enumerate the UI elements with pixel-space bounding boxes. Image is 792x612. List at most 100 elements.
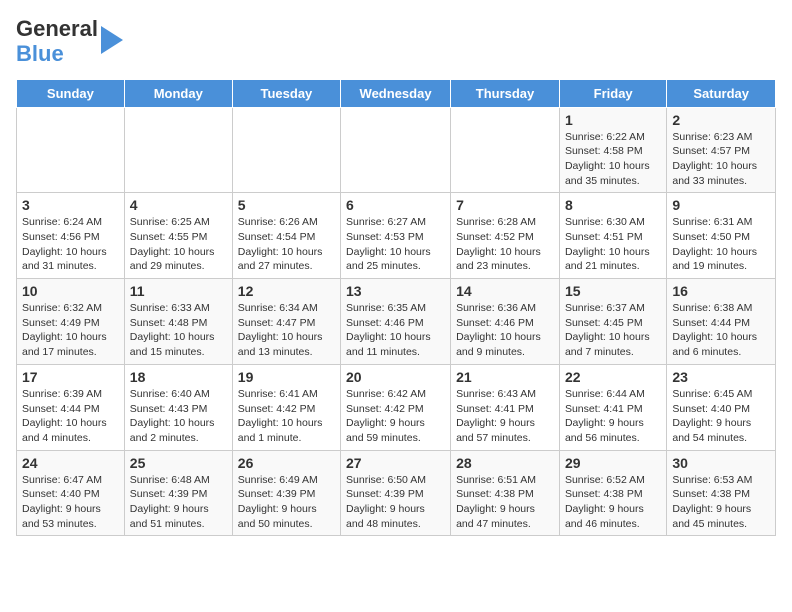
day-info: Sunrise: 6:52 AM Sunset: 4:38 PM Dayligh… xyxy=(565,473,661,532)
calendar-table: SundayMondayTuesdayWednesdayThursdayFrid… xyxy=(16,79,776,537)
day-info: Sunrise: 6:43 AM Sunset: 4:41 PM Dayligh… xyxy=(456,387,554,446)
day-number: 26 xyxy=(238,455,335,471)
logo: General Blue xyxy=(16,16,123,67)
day-info: Sunrise: 6:26 AM Sunset: 4:54 PM Dayligh… xyxy=(238,215,335,274)
day-cell-13: 13 Sunrise: 6:35 AM Sunset: 4:46 PM Dayli… xyxy=(341,279,451,365)
day-cell-28: 28 Sunrise: 6:51 AM Sunset: 4:38 PM Dayli… xyxy=(451,450,560,536)
day-info: Sunrise: 6:37 AM Sunset: 4:45 PM Dayligh… xyxy=(565,301,661,360)
day-number: 3 xyxy=(22,197,119,213)
day-cell-23: 23 Sunrise: 6:45 AM Sunset: 4:40 PM Dayli… xyxy=(667,364,776,450)
day-cell-20: 20 Sunrise: 6:42 AM Sunset: 4:42 PM Dayli… xyxy=(341,364,451,450)
week-row-2: 10 Sunrise: 6:32 AM Sunset: 4:49 PM Dayli… xyxy=(17,279,776,365)
day-number: 4 xyxy=(130,197,227,213)
day-info: Sunrise: 6:24 AM Sunset: 4:56 PM Dayligh… xyxy=(22,215,119,274)
day-info: Sunrise: 6:40 AM Sunset: 4:43 PM Dayligh… xyxy=(130,387,227,446)
day-info: Sunrise: 6:39 AM Sunset: 4:44 PM Dayligh… xyxy=(22,387,119,446)
day-number: 28 xyxy=(456,455,554,471)
day-cell-1: 1 Sunrise: 6:22 AM Sunset: 4:58 PM Daylig… xyxy=(559,107,666,193)
week-row-4: 24Sunrise: 6:47 AM Sunset: 4:40 PM Dayli… xyxy=(17,450,776,536)
day-cell-21: 21 Sunrise: 6:43 AM Sunset: 4:41 PM Dayli… xyxy=(451,364,560,450)
day-cell-14: 14 Sunrise: 6:36 AM Sunset: 4:46 PM Dayli… xyxy=(451,279,560,365)
day-info: Sunrise: 6:23 AM Sunset: 4:57 PM Dayligh… xyxy=(672,130,770,189)
day-info: Sunrise: 6:33 AM Sunset: 4:48 PM Dayligh… xyxy=(130,301,227,360)
day-info: Sunrise: 6:34 AM Sunset: 4:47 PM Dayligh… xyxy=(238,301,335,360)
day-number: 1 xyxy=(565,112,661,128)
logo-blue: Blue xyxy=(16,41,98,66)
day-info: Sunrise: 6:42 AM Sunset: 4:42 PM Dayligh… xyxy=(346,387,445,446)
day-info: Sunrise: 6:48 AM Sunset: 4:39 PM Dayligh… xyxy=(130,473,227,532)
day-info: Sunrise: 6:27 AM Sunset: 4:53 PM Dayligh… xyxy=(346,215,445,274)
day-cell-26: 26 Sunrise: 6:49 AM Sunset: 4:39 PM Dayli… xyxy=(232,450,340,536)
day-info: Sunrise: 6:45 AM Sunset: 4:40 PM Dayligh… xyxy=(672,387,770,446)
day-number: 18 xyxy=(130,369,227,385)
day-number: 19 xyxy=(238,369,335,385)
day-number: 24 xyxy=(22,455,119,471)
day-number: 15 xyxy=(565,283,661,299)
day-cell-7: 7Sunrise: 6:28 AM Sunset: 4:52 PM Daylig… xyxy=(451,193,560,279)
day-cell-30: 30 Sunrise: 6:53 AM Sunset: 4:38 PM Dayli… xyxy=(667,450,776,536)
day-cell-6: 6 Sunrise: 6:27 AM Sunset: 4:53 PM Daylig… xyxy=(341,193,451,279)
day-info: Sunrise: 6:30 AM Sunset: 4:51 PM Dayligh… xyxy=(565,215,661,274)
logo-arrow-icon xyxy=(101,26,123,54)
header-day-tuesday: Tuesday xyxy=(232,79,340,107)
week-row-1: 3 Sunrise: 6:24 AM Sunset: 4:56 PM Daylig… xyxy=(17,193,776,279)
day-cell-19: 19 Sunrise: 6:41 AM Sunset: 4:42 PM Dayli… xyxy=(232,364,340,450)
day-number: 30 xyxy=(672,455,770,471)
day-number: 12 xyxy=(238,283,335,299)
day-cell-17: 17Sunrise: 6:39 AM Sunset: 4:44 PM Dayli… xyxy=(17,364,125,450)
day-info: Sunrise: 6:35 AM Sunset: 4:46 PM Dayligh… xyxy=(346,301,445,360)
day-info: Sunrise: 6:32 AM Sunset: 4:49 PM Dayligh… xyxy=(22,301,119,360)
day-info: Sunrise: 6:22 AM Sunset: 4:58 PM Dayligh… xyxy=(565,130,661,189)
day-cell-22: 22 Sunrise: 6:44 AM Sunset: 4:41 PM Dayli… xyxy=(559,364,666,450)
header-day-monday: Monday xyxy=(124,79,232,107)
day-info: Sunrise: 6:36 AM Sunset: 4:46 PM Dayligh… xyxy=(456,301,554,360)
day-number: 16 xyxy=(672,283,770,299)
day-number: 9 xyxy=(672,197,770,213)
header-day-thursday: Thursday xyxy=(451,79,560,107)
day-number: 8 xyxy=(565,197,661,213)
day-cell-5: 5 Sunrise: 6:26 AM Sunset: 4:54 PM Daylig… xyxy=(232,193,340,279)
day-number: 2 xyxy=(672,112,770,128)
day-cell-25: 25 Sunrise: 6:48 AM Sunset: 4:39 PM Dayli… xyxy=(124,450,232,536)
day-info: Sunrise: 6:49 AM Sunset: 4:39 PM Dayligh… xyxy=(238,473,335,532)
day-number: 13 xyxy=(346,283,445,299)
header-day-friday: Friday xyxy=(559,79,666,107)
day-cell-16: 16 Sunrise: 6:38 AM Sunset: 4:44 PM Dayli… xyxy=(667,279,776,365)
empty-cell xyxy=(232,107,340,193)
day-info: Sunrise: 6:51 AM Sunset: 4:38 PM Dayligh… xyxy=(456,473,554,532)
logo-general: General xyxy=(16,16,98,41)
day-number: 6 xyxy=(346,197,445,213)
day-cell-8: 8 Sunrise: 6:30 AM Sunset: 4:51 PM Daylig… xyxy=(559,193,666,279)
day-number: 22 xyxy=(565,369,661,385)
day-info: Sunrise: 6:28 AM Sunset: 4:52 PM Dayligh… xyxy=(456,215,554,274)
page-container: General Blue SundayMondayTuesdayWednesda… xyxy=(0,0,792,552)
header-day-wednesday: Wednesday xyxy=(341,79,451,107)
day-info: Sunrise: 6:41 AM Sunset: 4:42 PM Dayligh… xyxy=(238,387,335,446)
day-info: Sunrise: 6:25 AM Sunset: 4:55 PM Dayligh… xyxy=(130,215,227,274)
day-number: 25 xyxy=(130,455,227,471)
day-info: Sunrise: 6:53 AM Sunset: 4:38 PM Dayligh… xyxy=(672,473,770,532)
day-number: 14 xyxy=(456,283,554,299)
day-cell-27: 27Sunrise: 6:50 AM Sunset: 4:39 PM Dayli… xyxy=(341,450,451,536)
day-cell-9: 9Sunrise: 6:31 AM Sunset: 4:50 PM Daylig… xyxy=(667,193,776,279)
empty-cell xyxy=(451,107,560,193)
empty-cell xyxy=(341,107,451,193)
day-cell-12: 12 Sunrise: 6:34 AM Sunset: 4:47 PM Dayli… xyxy=(232,279,340,365)
week-row-3: 17Sunrise: 6:39 AM Sunset: 4:44 PM Dayli… xyxy=(17,364,776,450)
header: General Blue xyxy=(16,16,776,67)
day-number: 23 xyxy=(672,369,770,385)
day-number: 29 xyxy=(565,455,661,471)
day-info: Sunrise: 6:44 AM Sunset: 4:41 PM Dayligh… xyxy=(565,387,661,446)
day-number: 10 xyxy=(22,283,119,299)
day-info: Sunrise: 6:38 AM Sunset: 4:44 PM Dayligh… xyxy=(672,301,770,360)
day-cell-24: 24Sunrise: 6:47 AM Sunset: 4:40 PM Dayli… xyxy=(17,450,125,536)
day-cell-15: 15 Sunrise: 6:37 AM Sunset: 4:45 PM Dayli… xyxy=(559,279,666,365)
header-day-saturday: Saturday xyxy=(667,79,776,107)
day-cell-29: 29 Sunrise: 6:52 AM Sunset: 4:38 PM Dayli… xyxy=(559,450,666,536)
day-number: 5 xyxy=(238,197,335,213)
day-number: 21 xyxy=(456,369,554,385)
day-cell-3: 3 Sunrise: 6:24 AM Sunset: 4:56 PM Daylig… xyxy=(17,193,125,279)
day-cell-18: 18 Sunrise: 6:40 AM Sunset: 4:43 PM Dayli… xyxy=(124,364,232,450)
day-cell-10: 10 Sunrise: 6:32 AM Sunset: 4:49 PM Dayli… xyxy=(17,279,125,365)
day-number: 20 xyxy=(346,369,445,385)
